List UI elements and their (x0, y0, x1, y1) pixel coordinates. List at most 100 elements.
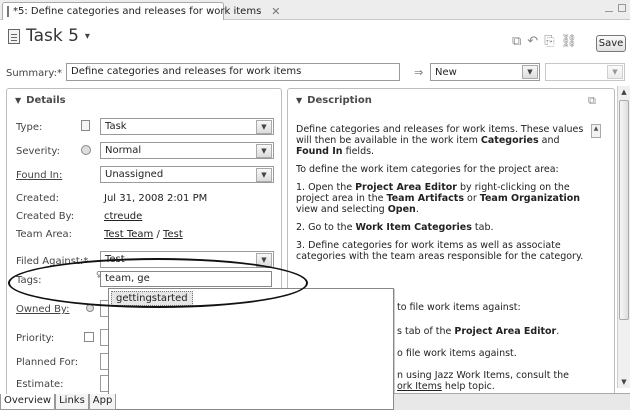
edit-description-icon[interactable]: ⧉ (588, 94, 596, 108)
priority-select[interactable] (100, 329, 108, 346)
desc-fragment: o file work items against. (397, 348, 517, 359)
task-icon (81, 120, 90, 131)
description-heading: Description (307, 95, 372, 106)
collapse-icon[interactable]: ▼ (15, 96, 21, 105)
help-topic-link[interactable]: ork Items (397, 381, 442, 392)
chevron-down-icon[interactable]: ▼ (256, 167, 272, 182)
toolbar: ⧉ ↶ ⎘ ⛓ (512, 34, 577, 49)
desc-bold: Team Organization (479, 193, 581, 204)
created-label: Created: (16, 193, 59, 204)
tab-links[interactable]: Links (55, 394, 89, 410)
priority-icon (84, 332, 94, 342)
tab-overview[interactable]: Overview (0, 394, 56, 410)
found-in-select[interactable]: Unassigned ▼ (100, 166, 274, 183)
description-body[interactable]: Define categories and releases for work … (296, 124, 588, 269)
details-header[interactable]: ▼ Details (7, 89, 281, 112)
page-title-row: Task 5 ▾ (8, 26, 90, 46)
desc-text: 1. Open the (296, 182, 356, 193)
severity-select[interactable]: Normal ▼ (100, 142, 274, 159)
task-type-icon (8, 28, 20, 44)
desc-text: 2. Go to the (296, 222, 356, 233)
project-area-link[interactable]: Test (163, 229, 183, 240)
created-by-link[interactable]: ctreude (104, 211, 142, 222)
owner-icon (86, 304, 94, 312)
desc-fragment: ork Items help topic. (397, 381, 495, 392)
tag-suggestion-popup: gettingstarted (108, 288, 394, 410)
save-button[interactable]: Save (596, 35, 626, 52)
desc-bold: Open (387, 204, 416, 215)
desc-text: s tab of the (397, 326, 455, 337)
summary-field[interactable]: Define categories and releases for work … (66, 63, 400, 81)
editor-scrollbar[interactable]: ▲ ▼ (617, 86, 630, 388)
maximize-icon[interactable] (618, 4, 626, 12)
details-heading: Details (26, 95, 66, 106)
back-icon[interactable]: ↶ (527, 34, 538, 49)
page-title: Task 5 (26, 26, 79, 46)
task-icon (7, 6, 9, 17)
desc-bold: Team Artifacts (386, 193, 464, 204)
team-area-value: Test Team / Test (104, 229, 183, 240)
desc-bold: Project Area Editor (355, 182, 457, 193)
summary-label: Summary:* (6, 68, 62, 79)
tags-label: Tags: (16, 275, 42, 286)
close-icon[interactable]: ✕ (271, 5, 280, 18)
desc-text: fields. (342, 146, 375, 157)
description-scrollbar[interactable]: ▲ (590, 124, 602, 394)
planned-for-label: Planned For: (16, 357, 79, 368)
compare-icon[interactable]: ⧉ (512, 34, 521, 49)
team-area-link[interactable]: Test Team (104, 229, 153, 240)
created-value: Jul 31, 2008 2:01 PM (104, 193, 208, 204)
type-value: Task (105, 121, 127, 132)
desc-bold: Found In (296, 146, 343, 157)
description-header[interactable]: ▼ Description (288, 89, 614, 112)
chevron-down-icon[interactable]: ▼ (256, 143, 272, 158)
scroll-down-icon[interactable]: ▼ (618, 376, 630, 388)
status-bar (394, 393, 630, 410)
editor-tab[interactable]: *5: Define categories and releases for w… (2, 2, 281, 20)
severity-label: Severity: (16, 146, 60, 157)
chevron-down-icon[interactable]: ▼ (522, 65, 538, 79)
tags-field[interactable]: team, ge (100, 271, 272, 287)
priority-label: Priority: (16, 333, 55, 344)
scroll-up-icon[interactable]: ▲ (618, 86, 630, 98)
type-label: Type: (16, 122, 43, 133)
collapse-icon[interactable]: ▼ (296, 96, 302, 105)
desc-text: 3. Define categories for work items as w… (296, 240, 584, 262)
attach-icon[interactable]: ⎘ (544, 34, 554, 49)
scroll-up-icon[interactable]: ▲ (591, 124, 601, 138)
desc-fragment: to file work items against: (397, 302, 521, 313)
found-in-value: Unassigned (105, 169, 164, 180)
state-value: New (435, 66, 457, 78)
state-transition-icon: ⇒ (414, 66, 424, 79)
title-menu-chevron-icon[interactable]: ▾ (85, 31, 90, 42)
desc-bold: Work Item Categories (355, 222, 472, 233)
editor-tab-title: *5: Define categories and releases for w… (13, 6, 262, 17)
chevron-down-icon[interactable]: ▼ (256, 252, 272, 267)
desc-text: . (415, 204, 419, 215)
filed-against-select[interactable]: Test ▼ (100, 251, 274, 268)
state-select[interactable]: New ▼ (430, 63, 540, 81)
desc-bold: Project Area Editor (454, 326, 557, 337)
team-area-separator: / (153, 229, 164, 240)
desc-bold: Categories (480, 135, 539, 146)
team-area-label: Team Area: (16, 229, 72, 240)
resolution-select[interactable]: ▼ (545, 63, 625, 81)
minimize-icon[interactable] (605, 4, 613, 12)
severity-icon (81, 145, 91, 155)
tag-suggestion-item[interactable]: gettingstarted (111, 291, 193, 306)
chevron-down-icon[interactable]: ▼ (607, 65, 623, 79)
chevron-down-icon[interactable]: ▼ (256, 119, 272, 134)
desc-text: or (463, 193, 480, 204)
found-in-label[interactable]: Found In: (16, 170, 62, 181)
link-icon[interactable]: ⛓ (561, 34, 578, 49)
tab-approvals[interactable]: App (88, 394, 117, 410)
desc-text: tab. (471, 222, 494, 233)
estimate-label: Estimate: (16, 379, 64, 390)
created-by-label: Created By: (16, 211, 75, 222)
type-select[interactable]: Task ▼ (100, 118, 274, 135)
planned-for-select[interactable] (100, 353, 108, 370)
owned-by-select[interactable] (100, 300, 108, 317)
owned-by-label[interactable]: Owned By: (16, 304, 70, 315)
estimate-field[interactable] (100, 375, 108, 392)
scroll-thumb[interactable] (619, 100, 629, 320)
